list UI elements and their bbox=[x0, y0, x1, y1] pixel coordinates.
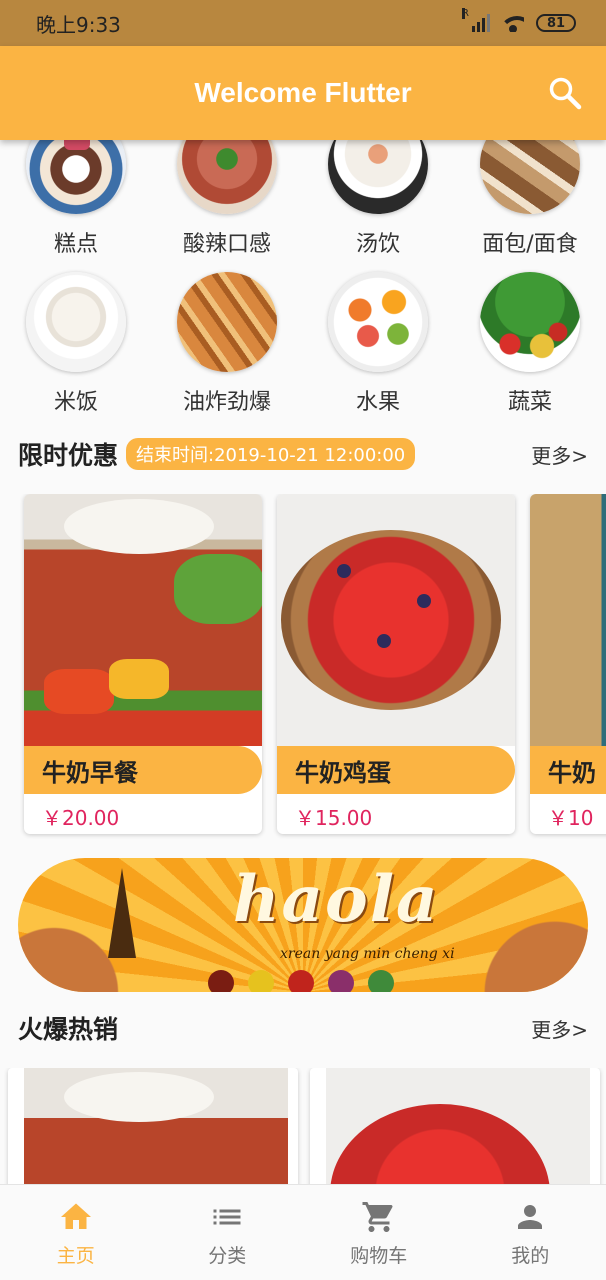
deadline-badge: 结束时间:2019-10-21 12:00:00 bbox=[126, 438, 416, 470]
nav-category-label: 分类 bbox=[208, 1245, 247, 1267]
nav-profile[interactable]: 我的 bbox=[455, 1185, 606, 1280]
sweet-sour-pork-image bbox=[24, 494, 262, 746]
soup-image bbox=[328, 140, 428, 214]
bread-image bbox=[480, 140, 580, 214]
category-label: 蔬菜 bbox=[507, 390, 552, 415]
nav-cart[interactable]: 购物车 bbox=[303, 1185, 455, 1280]
hot-sales-title: 火爆热销 bbox=[18, 1015, 119, 1044]
nav-profile-label: 我的 bbox=[511, 1245, 550, 1267]
app-title: Welcome Flutter bbox=[194, 77, 412, 108]
search-icon[interactable] bbox=[548, 76, 582, 110]
nav-cart-label: 购物车 bbox=[350, 1245, 408, 1267]
hot-sales-header: 火爆热销 更多> bbox=[18, 1008, 588, 1048]
offer-card[interactable]: 牛奶 ￥10 bbox=[530, 494, 606, 834]
category-fried[interactable]: 油炸劲爆 bbox=[152, 272, 302, 416]
category-rice[interactable]: 米饭 bbox=[1, 272, 151, 416]
status-icons: R 81 bbox=[462, 8, 576, 32]
category-label: 米饭 bbox=[53, 390, 98, 415]
pastry-image bbox=[26, 140, 126, 214]
offer-card[interactable]: 牛奶鸡蛋 ￥15.00 bbox=[277, 494, 515, 834]
rice-image bbox=[26, 272, 126, 372]
category-vegetable[interactable]: 蔬菜 bbox=[455, 272, 605, 416]
app-bar: Welcome Flutter bbox=[0, 46, 606, 140]
category-label: 汤饮 bbox=[355, 232, 400, 257]
promo-banner[interactable]: haola xrean yang min cheng xi bbox=[18, 858, 588, 992]
dish-image bbox=[530, 494, 606, 746]
hot-sales-list bbox=[0, 1068, 606, 1188]
category-bread[interactable]: 面包/面食 bbox=[455, 140, 605, 258]
status-bar: 晚上9:33 R 81 bbox=[0, 0, 606, 46]
offer-price: ￥20.00 bbox=[42, 806, 120, 830]
category-label: 面包/面食 bbox=[482, 232, 578, 257]
person-icon bbox=[518, 1205, 543, 1229]
hot-item-image bbox=[24, 1068, 288, 1188]
tower-graphic bbox=[108, 868, 136, 958]
banner-subtitle-text: xrean bbox=[280, 946, 321, 962]
home-icon bbox=[60, 1203, 91, 1229]
fruit-image bbox=[328, 272, 428, 372]
category-label: 水果 bbox=[355, 390, 400, 415]
category-label: 酸辣口感 bbox=[182, 232, 271, 257]
hot-item-card[interactable] bbox=[310, 1068, 600, 1188]
signal-icon: R bbox=[462, 8, 490, 32]
banner-title: haola bbox=[233, 862, 440, 937]
category-label: 糕点 bbox=[53, 232, 98, 257]
vegetable-image bbox=[480, 272, 580, 372]
limited-offer-title: 限时优惠 bbox=[18, 441, 119, 470]
hot-item-card[interactable] bbox=[8, 1068, 298, 1188]
roaming-label: R bbox=[462, 8, 469, 19]
fried-dough-image bbox=[177, 272, 277, 372]
category-grid: 糕点 酸辣口感 汤饮 面包/面食 米饭 油炸劲爆 水果 蔬菜 bbox=[0, 140, 606, 425]
hot-item-image bbox=[326, 1068, 590, 1188]
list-icon bbox=[213, 1209, 241, 1225]
offer-name: 牛奶 bbox=[530, 746, 606, 794]
offer-name: 牛奶鸡蛋 bbox=[277, 746, 515, 794]
wifi-icon bbox=[502, 14, 524, 32]
status-time: 晚上9:33 bbox=[36, 12, 121, 37]
battery-level: 81 bbox=[546, 15, 566, 31]
nav-home-label: 主页 bbox=[56, 1245, 95, 1267]
offer-price: ￥10 bbox=[548, 806, 594, 830]
hot-sales-more-link[interactable]: 更多> bbox=[531, 1014, 588, 1043]
category-fruit[interactable]: 水果 bbox=[303, 272, 453, 416]
limited-offer-header: 限时优惠 结束时间:2019-10-21 12:00:00 更多> bbox=[18, 434, 588, 474]
offer-card[interactable]: 牛奶早餐 ￥20.00 bbox=[24, 494, 262, 834]
banner-dots bbox=[208, 970, 394, 992]
category-label: 油炸劲爆 bbox=[182, 390, 271, 415]
spicy-noodle-image bbox=[177, 140, 277, 214]
strawberry-tart-image bbox=[277, 494, 515, 746]
cart-icon bbox=[362, 1202, 393, 1232]
category-pastry[interactable]: 糕点 bbox=[1, 140, 151, 258]
limited-offer-more-link[interactable]: 更多> bbox=[531, 440, 588, 469]
battery-icon: 81 bbox=[536, 14, 576, 32]
bottom-navigation: 主页 分类 购物车 我的 bbox=[0, 1184, 606, 1280]
dish-graphic bbox=[478, 858, 588, 992]
offer-price: ￥15.00 bbox=[295, 806, 373, 830]
nav-home[interactable]: 主页 bbox=[0, 1185, 152, 1280]
nav-category[interactable]: 分类 bbox=[152, 1185, 304, 1280]
banner-subtitle: xrean yang min cheng xi bbox=[280, 946, 455, 962]
banner-tagline: yang min cheng xi bbox=[324, 946, 455, 962]
offer-name: 牛奶早餐 bbox=[24, 746, 262, 794]
limited-offer-list: 牛奶早餐 ￥20.00 牛奶鸡蛋 ￥15.00 牛奶 ￥10 bbox=[0, 494, 606, 839]
category-soup[interactable]: 汤饮 bbox=[303, 140, 453, 258]
category-spicy[interactable]: 酸辣口感 bbox=[152, 140, 302, 258]
